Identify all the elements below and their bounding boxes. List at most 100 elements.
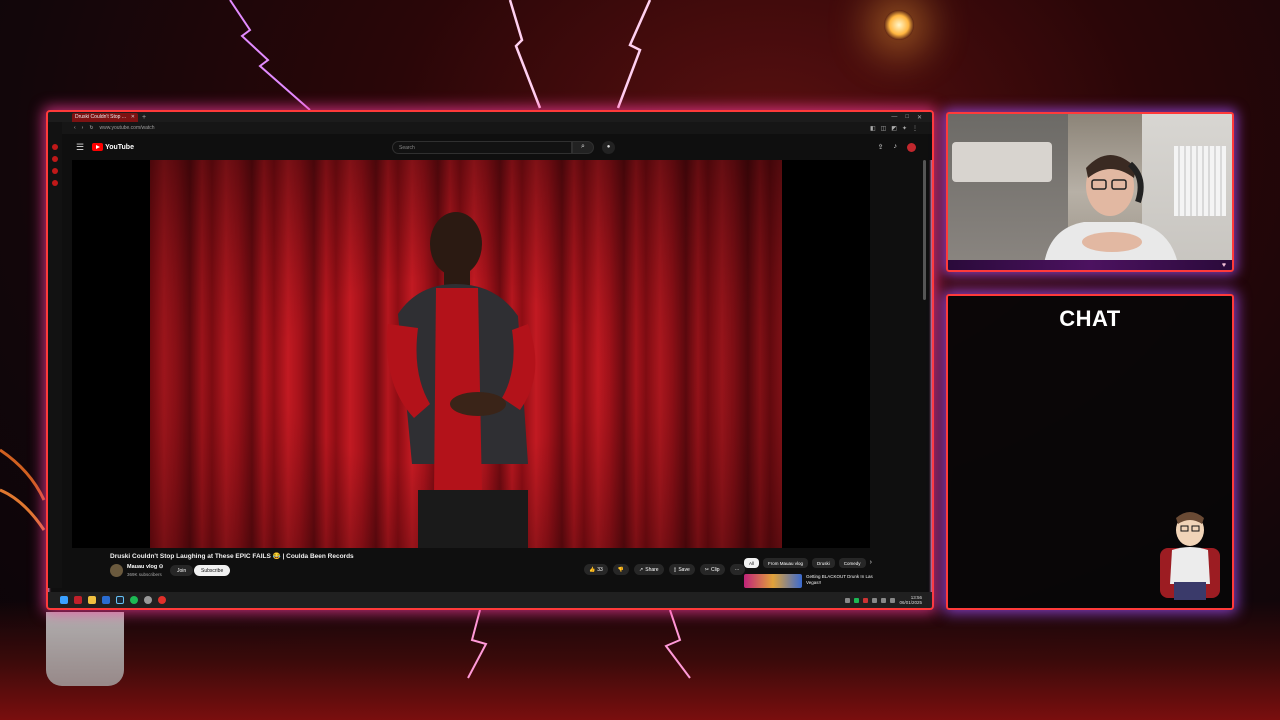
- minimize-icon[interactable]: —: [891, 114, 897, 121]
- recommendation-chips: All From Mauau vlog Druski Comedy ›: [744, 558, 872, 568]
- sidebar-app-icon[interactable]: [52, 156, 58, 162]
- clock-date: 06/01/2025: [899, 600, 922, 605]
- webcam-footer-bar: [948, 260, 1232, 270]
- join-button[interactable]: Join: [170, 565, 194, 576]
- volume-icon[interactable]: [890, 597, 896, 603]
- more-actions-button[interactable]: ···: [729, 564, 745, 575]
- webcam-streamer: [1044, 155, 1178, 264]
- sidebar-app-icon[interactable]: [52, 168, 58, 174]
- video-title: Druski Couldn't Stop Laughing at These E…: [110, 553, 354, 560]
- url-field[interactable]: www.youtube.com/watch: [100, 125, 155, 131]
- browser-side-rail: [48, 122, 62, 588]
- wifi-icon[interactable]: [881, 597, 887, 603]
- back-icon[interactable]: ‹: [74, 125, 76, 131]
- video-player[interactable]: [72, 160, 870, 548]
- tray-icon[interactable]: [854, 597, 860, 603]
- like-button[interactable]: 👍 33: [584, 564, 608, 575]
- video-frame-performer: [387, 212, 536, 548]
- chat-panel: CHAT: [946, 294, 1234, 610]
- windows-start-icon[interactable]: [60, 596, 68, 604]
- recommended-title[interactable]: Getting BLACKOUT Drunk In Las Vegas!!: [806, 574, 876, 588]
- recommended-thumbnail[interactable]: [744, 574, 802, 588]
- steam-icon[interactable]: [116, 596, 124, 604]
- chip-all[interactable]: All: [744, 558, 760, 568]
- tray-icon[interactable]: [845, 597, 851, 603]
- header-actions: ⇪ ♪: [878, 142, 916, 152]
- clip-label: Clip: [710, 566, 720, 573]
- microphone-icon: ●: [606, 144, 611, 150]
- reload-icon[interactable]: ↻: [89, 125, 93, 131]
- windows-taskbar: 13:56 06/01/2025: [48, 592, 932, 608]
- chip-comedy[interactable]: Comedy: [838, 558, 866, 568]
- taskbar-app-icon[interactable]: [102, 596, 110, 604]
- tab-close-icon[interactable]: ✕: [131, 114, 135, 120]
- window-controls: — □ ✕: [891, 114, 932, 121]
- notifications-bell-icon[interactable]: ♪: [894, 143, 898, 152]
- dislike-button[interactable]: 👎: [612, 564, 630, 575]
- scissors-icon: ✂: [704, 566, 709, 573]
- system-clock[interactable]: 13:56 06/01/2025: [899, 595, 922, 605]
- youtube-header: ☰ YouTube Search ⌕ ● ⇪ ♪: [62, 134, 932, 160]
- recommended-video[interactable]: Getting BLACKOUT Drunk In Las Vegas!!: [744, 574, 876, 588]
- lightning-bolt-bottom: [467, 610, 691, 679]
- extension-icon[interactable]: ◧: [870, 125, 876, 132]
- chevron-right-icon[interactable]: ›: [870, 558, 872, 568]
- youtube-play-icon: [92, 143, 104, 151]
- save-button[interactable]: ▯ Save: [668, 564, 695, 575]
- like-count: 33: [597, 566, 603, 573]
- system-tray: 13:56 06/01/2025: [845, 595, 932, 605]
- channel-avatar[interactable]: [110, 564, 123, 577]
- bookmark-icon: ▯: [673, 566, 677, 573]
- chip-druski[interactable]: Druski: [812, 558, 835, 568]
- voice-search-button[interactable]: ●: [602, 140, 615, 154]
- webcam-feed: ♥: [946, 112, 1234, 272]
- plant-decoration: [0, 448, 46, 531]
- ceiling-lamp: [884, 10, 914, 40]
- chip-from-channel[interactable]: From Mauau vlog: [763, 558, 809, 568]
- clip-button[interactable]: ✂ Clip: [699, 564, 725, 575]
- subscriber-count: 369K subscribers: [127, 572, 162, 577]
- search-input[interactable]: Search: [392, 140, 572, 154]
- page-scrollbar[interactable]: [923, 160, 926, 300]
- channel-name[interactable]: Mauau vlog ⊙: [127, 564, 163, 570]
- tray-icon[interactable]: [872, 597, 878, 603]
- taskbar-app-icon[interactable]: [74, 596, 82, 604]
- maximize-icon[interactable]: □: [905, 114, 909, 121]
- sidebar-app-icon[interactable]: [52, 144, 58, 150]
- new-tab-icon[interactable]: +: [142, 114, 146, 121]
- extension-icon[interactable]: ◩: [891, 125, 897, 132]
- plant-pot: [46, 612, 124, 686]
- share-label: Share: [645, 566, 659, 573]
- tab-bar: Druski Couldn't Stop ... ✕ + — □ ✕: [48, 112, 932, 122]
- taskbar-app-icon[interactable]: [158, 596, 166, 604]
- youtube-logo[interactable]: YouTube: [92, 143, 134, 151]
- tab-title: Druski Couldn't Stop ...: [75, 114, 126, 120]
- browser-window: Druski Couldn't Stop ... ✕ + — □ ✕ ‹ › ↻…: [46, 110, 934, 610]
- file-explorer-icon[interactable]: [88, 596, 96, 604]
- menu-icon[interactable]: ⋮: [912, 125, 918, 132]
- streamer-mascot: [1160, 512, 1220, 600]
- sidebar-app-icon[interactable]: [52, 180, 58, 186]
- browser-tab-active[interactable]: Druski Couldn't Stop ... ✕: [72, 112, 138, 122]
- thumbs-up-icon: 👍: [589, 566, 596, 573]
- subscribe-button[interactable]: Subscribe: [194, 565, 231, 576]
- share-icon: ↗: [639, 566, 644, 573]
- heart-icon: ♥: [1221, 262, 1226, 269]
- create-icon[interactable]: ⇪: [878, 143, 884, 152]
- hamburger-menu-icon[interactable]: ☰: [76, 142, 84, 153]
- extension-icon[interactable]: ✦: [902, 125, 907, 132]
- search-button[interactable]: ⌕: [572, 140, 594, 154]
- spotify-icon[interactable]: [130, 596, 138, 604]
- forward-icon[interactable]: ›: [82, 125, 84, 131]
- account-avatar[interactable]: [907, 142, 916, 152]
- youtube-logo-text: YouTube: [105, 143, 134, 151]
- close-window-icon[interactable]: ✕: [917, 114, 922, 121]
- search-icon: ⌕: [581, 143, 585, 150]
- tray-icon[interactable]: [863, 597, 869, 603]
- thumbs-down-icon: 👎: [617, 566, 625, 573]
- chat-title: CHAT: [1059, 306, 1121, 331]
- settings-gear-icon[interactable]: [144, 596, 152, 604]
- extension-icons: ◧ ◫ ◩ ✦ ⋮: [870, 125, 932, 132]
- share-button[interactable]: ↗ Share: [634, 564, 664, 575]
- extension-icon[interactable]: ◫: [881, 125, 887, 132]
